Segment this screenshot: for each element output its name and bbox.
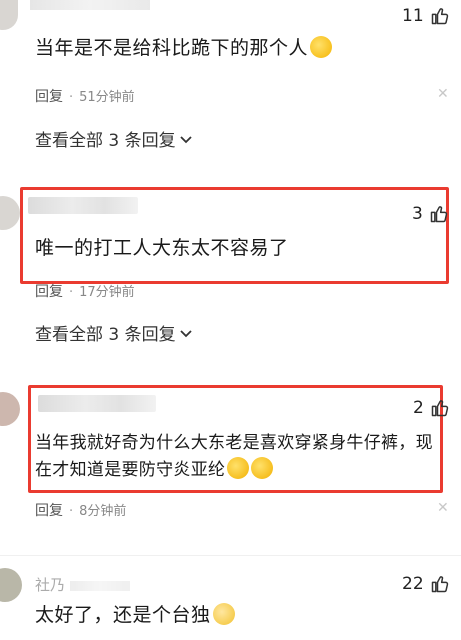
comment-text: 唯一的打工人大东太不容易了 [35,237,289,259]
username-blurred [28,197,138,214]
timestamp: 8分钟前 [79,504,127,519]
like-control[interactable]: 11 [402,6,450,26]
close-icon[interactable]: ✕ [437,86,449,102]
like-count: 11 [402,6,424,26]
view-all-label: 查看全部 3 条回复 [35,325,176,345]
comment-meta: 回复 · 51分钟前 [35,89,135,105]
username-blurred [38,395,156,412]
like-count: 22 [402,574,424,594]
comment-meta: 回复 · 8分钟前 [35,503,127,519]
comment-text-line-1: 当年我就好奇为什么大东老是喜欢穿紧身牛仔裤，现 [35,433,433,453]
comment-text-line-2: 在才知道是要防守炎亚纶 [35,456,274,484]
reply-button[interactable]: 回复 [35,89,63,105]
avatar[interactable] [0,392,20,426]
like-count: 3 [412,204,423,224]
divider [0,555,461,556]
comment-text-body: 太好了，还是个台独 [35,604,211,626]
like-control[interactable]: 3 [412,204,449,224]
comment-meta: 回复 · 17分钟前 [35,284,135,300]
sweat-smile-emoji [227,457,250,479]
chevron-down-icon [179,135,192,143]
view-all-replies-button[interactable]: 查看全部 3 条回复 [35,320,193,345]
username: 社乃 [35,574,130,595]
thumbs-up-icon [431,400,449,417]
sweat-smile-emoji [251,457,274,479]
timestamp: 51分钟前 [79,90,135,105]
thumbs-up-icon [431,576,448,593]
avatar[interactable] [0,568,22,602]
laughing-crying-emoji [310,36,333,58]
like-control[interactable]: 2 [413,398,450,418]
avatar[interactable] [0,196,20,230]
like-count: 2 [413,398,424,418]
chevron-down-icon [179,329,192,337]
thumbs-up-icon [431,8,448,25]
thumbs-up-icon [430,206,448,223]
username-text: 社乃 [35,576,66,594]
like-control[interactable]: 22 [402,574,450,594]
crying-emoji [212,603,235,625]
comment-text-body: 在才知道是要防守炎亚纶 [35,460,226,480]
comment-text: 太好了，还是个台独 [35,601,235,629]
view-all-label: 查看全部 3 条回复 [35,131,176,151]
username-blurred [69,580,130,591]
avatar[interactable] [0,0,18,30]
comment-text: 当年是不是给科比跪下的那个人 [35,34,333,62]
comment-text-body: 当年是不是给科比跪下的那个人 [35,37,309,59]
close-icon[interactable]: ✕ [437,500,449,516]
username-blurred [30,0,150,10]
timestamp: 17分钟前 [79,285,135,300]
reply-button[interactable]: 回复 [35,284,63,300]
reply-button[interactable]: 回复 [35,503,63,519]
view-all-replies-button[interactable]: 查看全部 3 条回复 [35,126,193,151]
